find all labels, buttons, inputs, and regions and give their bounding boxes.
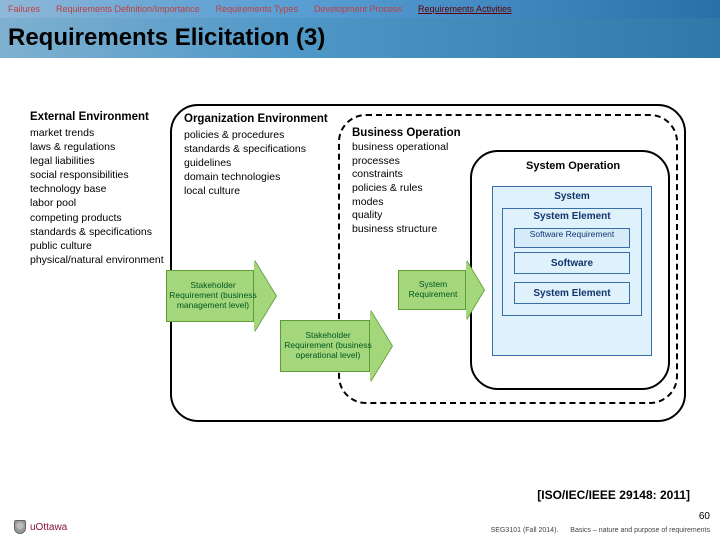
system-operation-label: System Operation	[526, 160, 620, 172]
page-number: 60	[699, 511, 710, 522]
nav-failures[interactable]: Failures	[0, 4, 48, 14]
nav-req-types[interactable]: Requirements Types	[208, 4, 306, 14]
university-logo: uOttawa	[14, 520, 67, 534]
nav-req-activities[interactable]: Requirements Activities	[410, 4, 520, 14]
biz-item: business operational processes	[352, 141, 482, 168]
nav-strip: Failures Requirements Definition/Importa…	[0, 0, 720, 18]
ext-item: social responsibilities	[30, 168, 180, 182]
arrow-system-req: System Requirement	[398, 260, 484, 320]
ext-item: physical/natural environment	[30, 253, 180, 267]
ext-item: legal liabilities	[30, 154, 180, 168]
shield-icon	[14, 520, 26, 534]
biz-item: modes	[352, 196, 482, 210]
box-system-element-inner: System Element	[514, 282, 630, 304]
ext-item: labor pool	[30, 196, 180, 210]
external-env-header: External Environment	[30, 110, 180, 126]
arrow1-label: Stakeholder Requirement (business manage…	[166, 281, 276, 310]
footer: SEG3101 (Fall 2014). Basics – nature and…	[491, 527, 710, 534]
external-environment-block: External Environment market trends laws …	[30, 110, 180, 267]
org-item: policies & procedures	[184, 128, 334, 142]
business-operation-block: Business Operation business operational …	[352, 126, 482, 236]
arrow-stakeholder-op: Stakeholder Requirement (business operat…	[280, 310, 392, 382]
footer-course: SEG3101 (Fall 2014).	[491, 527, 559, 534]
ext-item: laws & regulations	[30, 140, 180, 154]
logo-text: uOttawa	[30, 522, 67, 533]
box-software: Software	[514, 252, 630, 274]
biz-item: constraints	[352, 168, 482, 182]
slide: Failures Requirements Definition/Importa…	[0, 0, 720, 540]
title-band: Requirements Elicitation (3)	[0, 18, 720, 58]
org-env-header: Organization Environment	[184, 112, 334, 128]
page-title: Requirements Elicitation (3)	[8, 24, 325, 52]
ext-item: public culture	[30, 239, 180, 253]
diagram: External Environment market trends laws …	[30, 110, 690, 480]
ext-item: technology base	[30, 182, 180, 196]
footer-topic: Basics – nature and purpose of requireme…	[570, 527, 710, 534]
org-item: guidelines	[184, 156, 334, 170]
biz-item: business structure	[352, 223, 482, 237]
arrow-stakeholder-mgmt: Stakeholder Requirement (business manage…	[166, 260, 276, 332]
arrow3-label: System Requirement	[398, 280, 484, 300]
nav-dev-process[interactable]: Development Process	[306, 4, 410, 14]
box-software-requirement: Software Requirement	[514, 228, 630, 248]
ext-item: competing products	[30, 211, 180, 225]
biz-item: policies & rules	[352, 182, 482, 196]
biz-op-header: Business Operation	[352, 126, 482, 141]
arrow2-label: Stakeholder Requirement (business operat…	[280, 331, 392, 360]
org-item: local culture	[184, 184, 334, 198]
org-item: domain technologies	[184, 170, 334, 184]
organization-environment-block: Organization Environment policies & proc…	[184, 112, 334, 198]
org-item: standards & specifications	[184, 142, 334, 156]
biz-item: quality	[352, 209, 482, 223]
citation: [ISO/IEC/IEEE 29148: 2011]	[537, 488, 690, 502]
ext-item: standards & specifications	[30, 225, 180, 239]
nav-req-def[interactable]: Requirements Definition/Importance	[48, 4, 208, 14]
ext-item: market trends	[30, 126, 180, 140]
